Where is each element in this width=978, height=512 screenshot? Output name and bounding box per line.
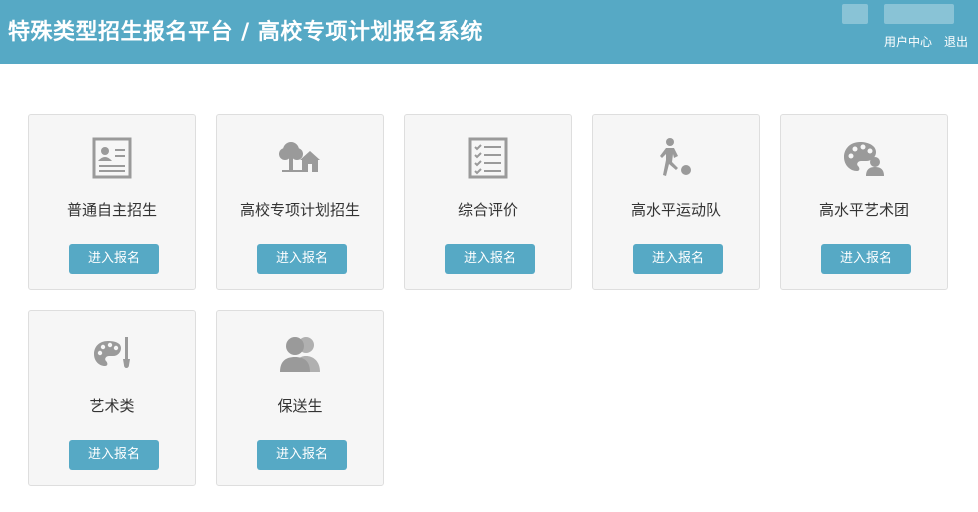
tree-house-icon bbox=[217, 135, 383, 181]
top-header-bar: 特殊类型招生报名平台 / 高校专项计划报名系统 用户中心 退出 bbox=[0, 0, 978, 64]
enroll-button[interactable]: 进入报名 bbox=[633, 244, 723, 274]
user-center-link[interactable]: 用户中心 bbox=[884, 33, 932, 50]
card-general-admission[interactable]: 普通自主招生 进入报名 bbox=[28, 114, 196, 290]
card-sports-team[interactable]: 高水平运动队 进入报名 bbox=[592, 114, 760, 290]
enroll-button[interactable]: 进入报名 bbox=[257, 440, 347, 470]
checklist-icon bbox=[405, 135, 571, 181]
card-label: 高水平艺术团 bbox=[818, 201, 909, 219]
palette-brush-icon bbox=[29, 331, 195, 377]
enroll-button[interactable]: 进入报名 bbox=[257, 244, 347, 274]
page-title: 特殊类型招生报名平台 / 高校专项计划报名系统 bbox=[8, 20, 483, 45]
card-comprehensive-evaluation[interactable]: 综合评价 进入报名 bbox=[404, 114, 572, 290]
card-label: 普通自主招生 bbox=[66, 201, 157, 219]
people-icon bbox=[217, 331, 383, 377]
user-avatar-blurred bbox=[842, 4, 868, 24]
enroll-button[interactable]: 进入报名 bbox=[445, 244, 535, 274]
card-label: 艺术类 bbox=[89, 397, 135, 415]
card-arts[interactable]: 艺术类 进入报名 bbox=[28, 310, 196, 486]
palette-person-icon bbox=[781, 135, 947, 181]
logout-link[interactable]: 退出 bbox=[944, 33, 968, 50]
card-art-troupe[interactable]: 高水平艺术团 进入报名 bbox=[780, 114, 948, 290]
soccer-player-icon bbox=[593, 135, 759, 181]
card-special-plan[interactable]: 高校专项计划招生 进入报名 bbox=[216, 114, 384, 290]
card-recommended-students[interactable]: 保送生 进入报名 bbox=[216, 310, 384, 486]
card-label: 高校专项计划招生 bbox=[239, 201, 360, 219]
user-name-blurred bbox=[884, 4, 954, 24]
enroll-button[interactable]: 进入报名 bbox=[69, 244, 159, 274]
enroll-button[interactable]: 进入报名 bbox=[69, 440, 159, 470]
card-label: 保送生 bbox=[277, 397, 323, 415]
profile-card-icon bbox=[29, 135, 195, 181]
card-label: 综合评价 bbox=[457, 201, 518, 219]
enroll-button[interactable]: 进入报名 bbox=[821, 244, 911, 274]
card-label: 高水平运动队 bbox=[630, 201, 721, 219]
